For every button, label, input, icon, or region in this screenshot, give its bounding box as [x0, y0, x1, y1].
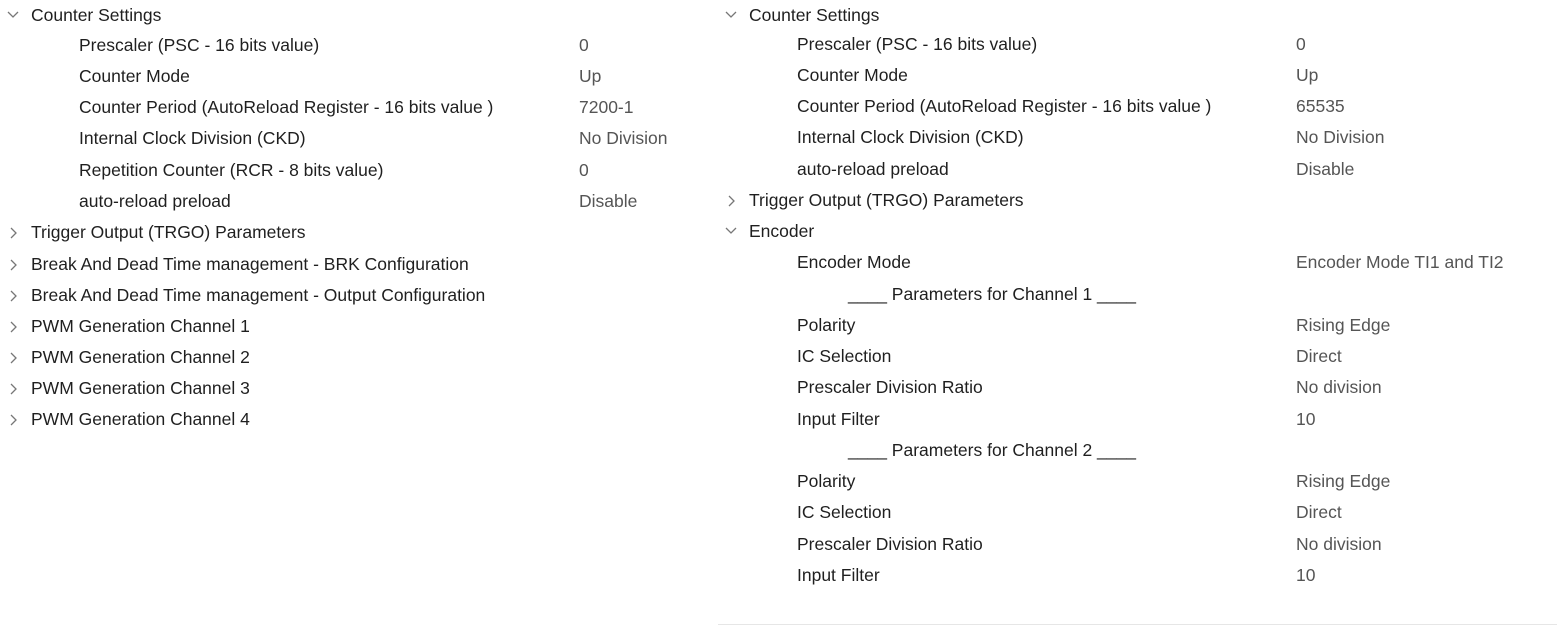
group-label: Counter Settings [749, 5, 880, 25]
group-pwm-channel-2[interactable]: PWM Generation Channel 2 [0, 342, 700, 373]
chevron-down-icon[interactable] [724, 216, 738, 247]
param-value[interactable]: No Division [1296, 122, 1385, 153]
group-label: Counter Settings [31, 5, 162, 25]
param-label: Internal Clock Division (CKD) [79, 128, 306, 148]
param-value[interactable]: 0 [579, 30, 589, 61]
group-counter-settings[interactable]: Counter Settings [718, 0, 1557, 31]
param-value[interactable]: 10 [1296, 404, 1315, 435]
panel-divider [718, 624, 1557, 625]
param-label: Internal Clock Division (CKD) [797, 127, 1024, 147]
param-label: Prescaler (PSC - 16 bits value) [797, 34, 1038, 54]
param-label: Counter Period (AutoReload Register - 16… [79, 97, 494, 117]
group-trgo-parameters[interactable]: Trigger Output (TRGO) Parameters [0, 217, 700, 248]
param-label: Prescaler (PSC - 16 bits value) [79, 35, 320, 55]
param-row-ch2-prescaler-division[interactable]: Prescaler Division Ratio No division [718, 529, 1557, 560]
chevron-right-icon[interactable] [8, 404, 22, 435]
param-value[interactable]: Rising Edge [1296, 466, 1390, 497]
param-label: Polarity [797, 315, 856, 335]
param-row-counter-period[interactable]: Counter Period (AutoReload Register - 16… [718, 91, 1557, 122]
param-value[interactable]: Direct [1296, 497, 1342, 528]
param-label: auto-reload preload [79, 191, 231, 211]
param-row-ch1-polarity[interactable]: Polarity Rising Edge [718, 310, 1557, 341]
group-label: PWM Generation Channel 3 [31, 378, 250, 398]
param-label: Polarity [797, 471, 856, 491]
param-row-auto-reload-preload[interactable]: auto-reload preload Disable [718, 154, 1557, 185]
chevron-right-icon[interactable] [8, 217, 22, 248]
group-label: Break And Dead Time management - BRK Con… [31, 254, 469, 274]
group-label: PWM Generation Channel 1 [31, 316, 250, 336]
group-label: PWM Generation Channel 2 [31, 347, 250, 367]
param-row-ch2-polarity[interactable]: Polarity Rising Edge [718, 466, 1557, 497]
channel-1-section-heading: ____ Parameters for Channel 1 ____ [718, 279, 1557, 310]
param-value[interactable]: No Division [579, 123, 668, 154]
section-heading: ____ Parameters for Channel 2 ____ [848, 440, 1136, 460]
group-pwm-channel-4[interactable]: PWM Generation Channel 4 [0, 404, 700, 435]
group-label: PWM Generation Channel 4 [31, 409, 250, 429]
group-label: Encoder [749, 221, 815, 241]
param-row-encoder-mode[interactable]: Encoder Mode Encoder Mode TI1 and TI2 [718, 247, 1557, 278]
param-value[interactable]: No division [1296, 529, 1382, 560]
chevron-down-icon[interactable] [724, 0, 738, 31]
param-value[interactable]: 0 [1296, 29, 1306, 60]
group-brk-configuration[interactable]: Break And Dead Time management - BRK Con… [0, 249, 700, 280]
param-value[interactable]: Disable [579, 186, 637, 217]
param-row-ch2-ic-selection[interactable]: IC Selection Direct [718, 497, 1557, 528]
param-row-auto-reload-preload[interactable]: auto-reload preload Disable [0, 186, 700, 217]
param-row-ch1-prescaler-division[interactable]: Prescaler Division Ratio No division [718, 372, 1557, 403]
param-label: Prescaler Division Ratio [797, 377, 983, 397]
channel-2-section-heading: ____ Parameters for Channel 2 ____ [718, 435, 1557, 466]
param-value[interactable]: 10 [1296, 560, 1315, 591]
group-label: Trigger Output (TRGO) Parameters [749, 190, 1024, 210]
param-row-clock-division[interactable]: Internal Clock Division (CKD) No Divisio… [0, 123, 700, 154]
param-label: IC Selection [797, 502, 892, 522]
chevron-right-icon[interactable] [8, 311, 22, 342]
param-row-prescaler[interactable]: Prescaler (PSC - 16 bits value) 0 [0, 30, 700, 61]
chevron-right-icon[interactable] [8, 249, 22, 280]
group-pwm-channel-3[interactable]: PWM Generation Channel 3 [0, 373, 700, 404]
param-value[interactable]: 0 [579, 155, 589, 186]
chevron-down-icon[interactable] [6, 0, 20, 31]
param-value[interactable]: Rising Edge [1296, 310, 1390, 341]
param-value[interactable]: Encoder Mode TI1 and TI2 [1296, 247, 1504, 278]
section-heading: ____ Parameters for Channel 1 ____ [848, 284, 1136, 304]
param-row-ch1-ic-selection[interactable]: IC Selection Direct [718, 341, 1557, 372]
chevron-right-icon[interactable] [8, 342, 22, 373]
group-counter-settings[interactable]: Counter Settings [0, 0, 700, 31]
param-label: Counter Period (AutoReload Register - 16… [797, 96, 1212, 116]
group-pwm-channel-1[interactable]: PWM Generation Channel 1 [0, 311, 700, 342]
group-encoder[interactable]: Encoder [718, 216, 1557, 247]
param-row-ch1-input-filter[interactable]: Input Filter 10 [718, 404, 1557, 435]
param-value[interactable]: Direct [1296, 341, 1342, 372]
param-row-counter-mode[interactable]: Counter Mode Up [718, 60, 1557, 91]
param-row-clock-division[interactable]: Internal Clock Division (CKD) No Divisio… [718, 122, 1557, 153]
param-label: Input Filter [797, 565, 880, 585]
param-value[interactable]: 65535 [1296, 91, 1345, 122]
param-value[interactable]: No division [1296, 372, 1382, 403]
param-value[interactable]: Up [1296, 60, 1318, 91]
chevron-right-icon[interactable] [8, 280, 22, 311]
param-row-counter-mode[interactable]: Counter Mode Up [0, 61, 700, 92]
param-value[interactable]: Up [579, 61, 601, 92]
group-label: Trigger Output (TRGO) Parameters [31, 222, 306, 242]
chevron-right-icon[interactable] [726, 185, 740, 216]
param-label: Counter Mode [797, 65, 908, 85]
param-value[interactable]: Disable [1296, 154, 1354, 185]
param-label: Prescaler Division Ratio [797, 534, 983, 554]
group-trgo-parameters[interactable]: Trigger Output (TRGO) Parameters [718, 185, 1557, 216]
group-output-configuration[interactable]: Break And Dead Time management - Output … [0, 280, 700, 311]
param-row-counter-period[interactable]: Counter Period (AutoReload Register - 16… [0, 92, 700, 123]
param-label: Repetition Counter (RCR - 8 bits value) [79, 160, 384, 180]
param-label: Input Filter [797, 409, 880, 429]
param-label: Encoder Mode [797, 252, 911, 272]
param-value[interactable]: 7200-1 [579, 92, 634, 123]
group-label: Break And Dead Time management - Output … [31, 285, 486, 305]
param-row-prescaler[interactable]: Prescaler (PSC - 16 bits value) 0 [718, 29, 1557, 60]
param-label: Counter Mode [79, 66, 190, 86]
param-label: auto-reload preload [797, 159, 949, 179]
param-label: IC Selection [797, 346, 892, 366]
chevron-right-icon[interactable] [8, 373, 22, 404]
param-row-ch2-input-filter[interactable]: Input Filter 10 [718, 560, 1557, 591]
param-row-repetition-counter[interactable]: Repetition Counter (RCR - 8 bits value) … [0, 155, 700, 186]
